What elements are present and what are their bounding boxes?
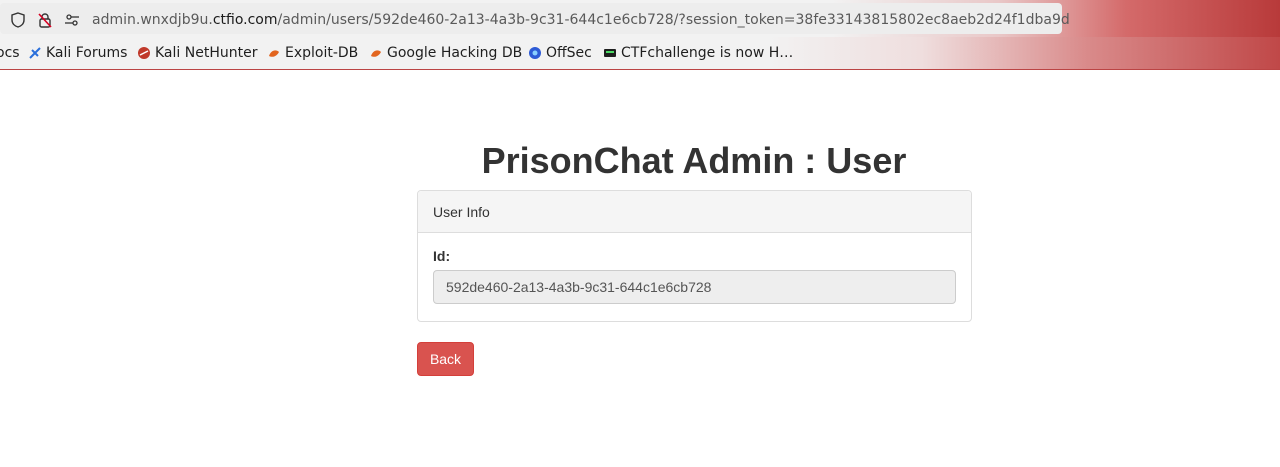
ghdb-icon <box>371 50 381 57</box>
ctf-icon <box>604 49 616 57</box>
bookmarks-toolbar: ocs Kali Forums Kali NetHunter Exploit-D… <box>0 37 1280 70</box>
offsec-icon <box>529 47 541 59</box>
back-button[interactable]: Back <box>417 342 474 376</box>
bookmark-label: OffSec <box>546 45 592 61</box>
bookmark-label: Exploit-DB <box>285 45 359 61</box>
bookmark-label: Google Hacking DB <box>387 45 523 61</box>
panel-body: Id: <box>418 233 971 319</box>
url-prefix: admin.wnxdjb9u. <box>92 12 213 28</box>
user-info-panel: User Info Id: <box>417 190 972 322</box>
page-title: PrisonChat Admin : User <box>481 140 907 181</box>
bookmark-label: ocs <box>0 45 20 61</box>
bookmark-kali-nethunter[interactable]: Kali NetHunter <box>137 45 257 61</box>
url-host: ctfio.com <box>212 12 278 28</box>
url-text[interactable]: admin.wnxdjb9u.ctfio.com/admin/users/592… <box>92 12 1070 28</box>
insecure-lock-icon[interactable] <box>37 12 53 28</box>
bookmark-ctfchallenge[interactable]: CTFchallenge is now H… <box>603 45 793 61</box>
address-field[interactable]: admin.wnxdjb9u.ctfio.com/admin/users/592… <box>0 3 1070 34</box>
id-field[interactable] <box>433 270 956 304</box>
bookmark-label: Kali Forums <box>46 45 128 61</box>
kali-dragon-icon <box>29 47 41 59</box>
bookmark-exploit-db[interactable]: Exploit-DB <box>267 45 358 61</box>
bookmark-docs[interactable]: ocs <box>0 45 20 61</box>
url-path: /admin/users/592de460-2a13-4a3b-9c31-644… <box>277 12 1070 28</box>
browser-url-bar: admin.wnxdjb9u.ctfio.com/admin/users/592… <box>0 0 1280 37</box>
bookmark-google-hacking-db[interactable]: Google Hacking DB <box>369 45 522 61</box>
bookmark-label: CTFchallenge is now H… <box>621 45 794 61</box>
permissions-icon[interactable] <box>64 12 80 28</box>
bookmark-label: Kali NetHunter <box>155 45 258 61</box>
nethunter-icon <box>138 47 150 59</box>
bookmark-offsec[interactable]: OffSec <box>528 45 592 61</box>
exploitdb-icon <box>269 50 279 57</box>
panel-heading: User Info <box>418 191 971 233</box>
shield-icon[interactable] <box>10 12 26 28</box>
bookmark-kali-forums[interactable]: Kali Forums <box>28 45 127 61</box>
id-label: Id: <box>433 248 451 264</box>
